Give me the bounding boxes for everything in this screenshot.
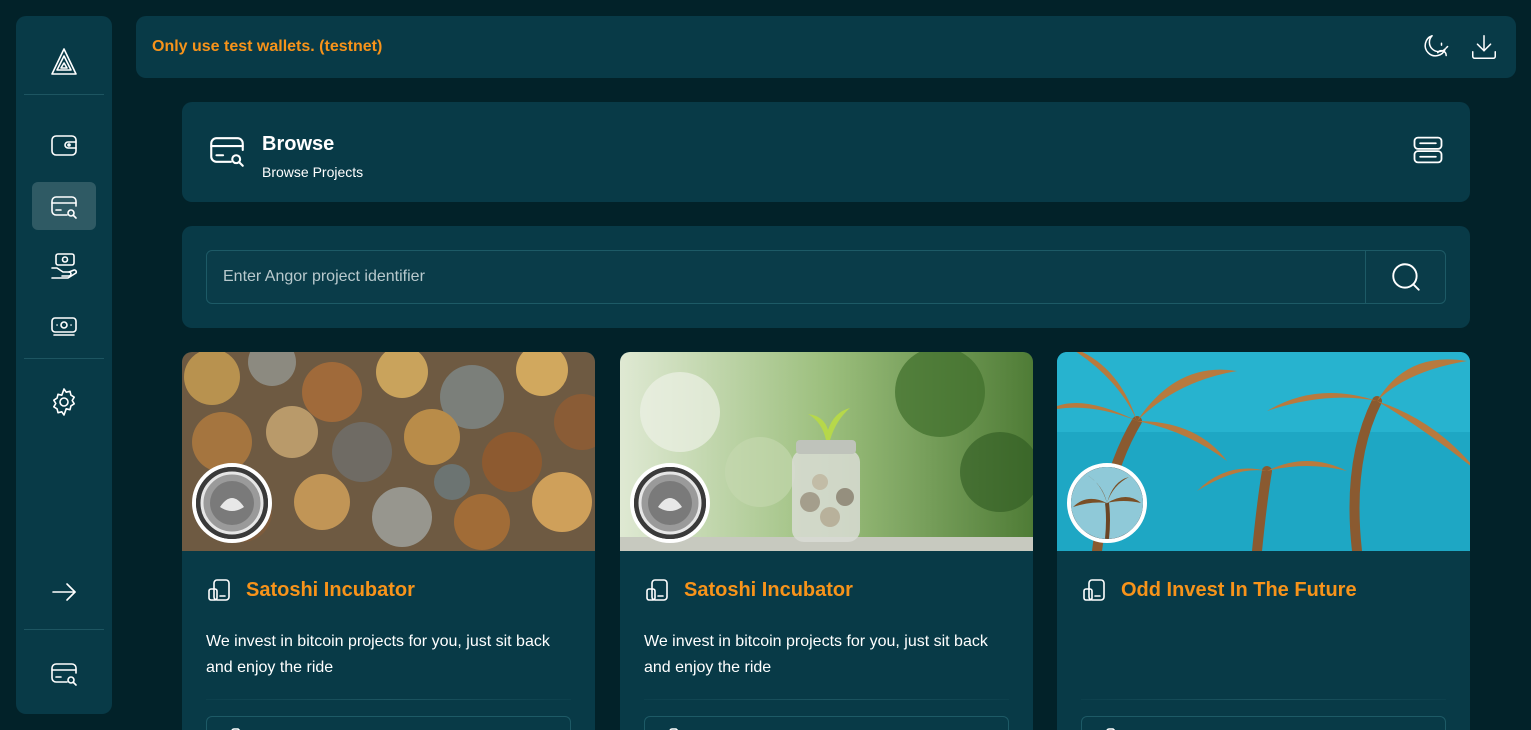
project-details-button[interactable] [644, 716, 1009, 730]
page-subtitle: Browse Projects [262, 163, 364, 180]
install-button[interactable] [1468, 31, 1500, 63]
search-icon [1391, 263, 1420, 291]
sidebar-item-wallet[interactable] [32, 121, 96, 169]
sidebar-expand-button[interactable] [32, 568, 96, 616]
project-title[interactable]: Satoshi Incubator [246, 579, 415, 602]
project-search-input[interactable] [207, 251, 1365, 303]
sidebar [16, 16, 112, 714]
card-divider [644, 699, 1009, 700]
top-bar: Only use test wallets. (testnet) [136, 16, 1516, 78]
wallet-icon [51, 135, 77, 156]
project-banner-image [182, 352, 595, 551]
header-text: Browse Browse Projects [262, 133, 363, 180]
sidebar-item-browse[interactable] [32, 182, 96, 230]
project-banner-image [1057, 352, 1470, 551]
project-card[interactable]: Odd Invest In The Future [1057, 352, 1470, 730]
download-icon [1472, 35, 1496, 59]
browse-icon [51, 196, 77, 219]
project-icon [208, 579, 230, 601]
project-title-row: Satoshi Incubator [644, 577, 1009, 603]
sidebar-item-browse-bottom[interactable] [32, 649, 96, 697]
project-banner-image [620, 352, 1033, 551]
project-description [1081, 629, 1446, 681]
moon-sun-icon [1424, 35, 1449, 57]
project-card[interactable]: Satoshi Incubator We invest in bitcoin p… [620, 352, 1033, 730]
folder-icon [669, 728, 679, 730]
topbar-actions [1418, 31, 1500, 63]
project-card[interactable]: Satoshi Incubator We invest in bitcoin p… [182, 352, 595, 730]
browse-icon [51, 663, 77, 686]
hand-money-icon [51, 253, 78, 279]
folder-icon [1106, 728, 1116, 730]
page-header: Browse Browse Projects [182, 102, 1470, 202]
money-stack-icon [51, 317, 77, 336]
folder-icon [231, 728, 241, 730]
sidebar-item-funds[interactable] [32, 302, 96, 350]
project-title-row: Odd Invest In The Future [1081, 577, 1446, 603]
testnet-warning: Only use test wallets. (testnet) [152, 38, 383, 55]
search-button[interactable] [1365, 251, 1445, 303]
project-details-button[interactable] [206, 716, 571, 730]
project-avatar [1067, 463, 1147, 543]
sidebar-item-invest[interactable] [32, 242, 96, 290]
project-avatar [192, 463, 272, 543]
browse-icon [206, 129, 248, 176]
arrow-right-icon [52, 583, 76, 601]
project-description: We invest in bitcoin projects for you, j… [206, 633, 550, 676]
theme-toggle-button[interactable] [1418, 31, 1450, 63]
sidebar-divider [24, 629, 104, 630]
card-divider [1081, 699, 1446, 700]
project-icon [646, 579, 668, 601]
project-details-button[interactable] [1081, 716, 1446, 730]
project-description: We invest in bitcoin projects for you, j… [644, 633, 988, 676]
card-divider [206, 699, 571, 700]
project-avatar [630, 463, 710, 543]
project-icon [1083, 579, 1105, 601]
page-title: Browse [262, 132, 335, 155]
search-box [206, 250, 1446, 304]
gear-icon [53, 388, 75, 416]
search-panel [182, 226, 1470, 328]
angor-logo-icon[interactable] [32, 38, 96, 86]
view-toggle-button[interactable] [1410, 132, 1446, 173]
sidebar-item-settings[interactable] [32, 378, 96, 426]
server-list-icon [1413, 136, 1443, 163]
project-title[interactable]: Satoshi Incubator [684, 579, 853, 602]
sidebar-divider [24, 358, 104, 359]
project-title-row: Satoshi Incubator [206, 577, 571, 603]
project-title[interactable]: Odd Invest In The Future [1121, 579, 1357, 602]
sidebar-divider [24, 94, 104, 95]
